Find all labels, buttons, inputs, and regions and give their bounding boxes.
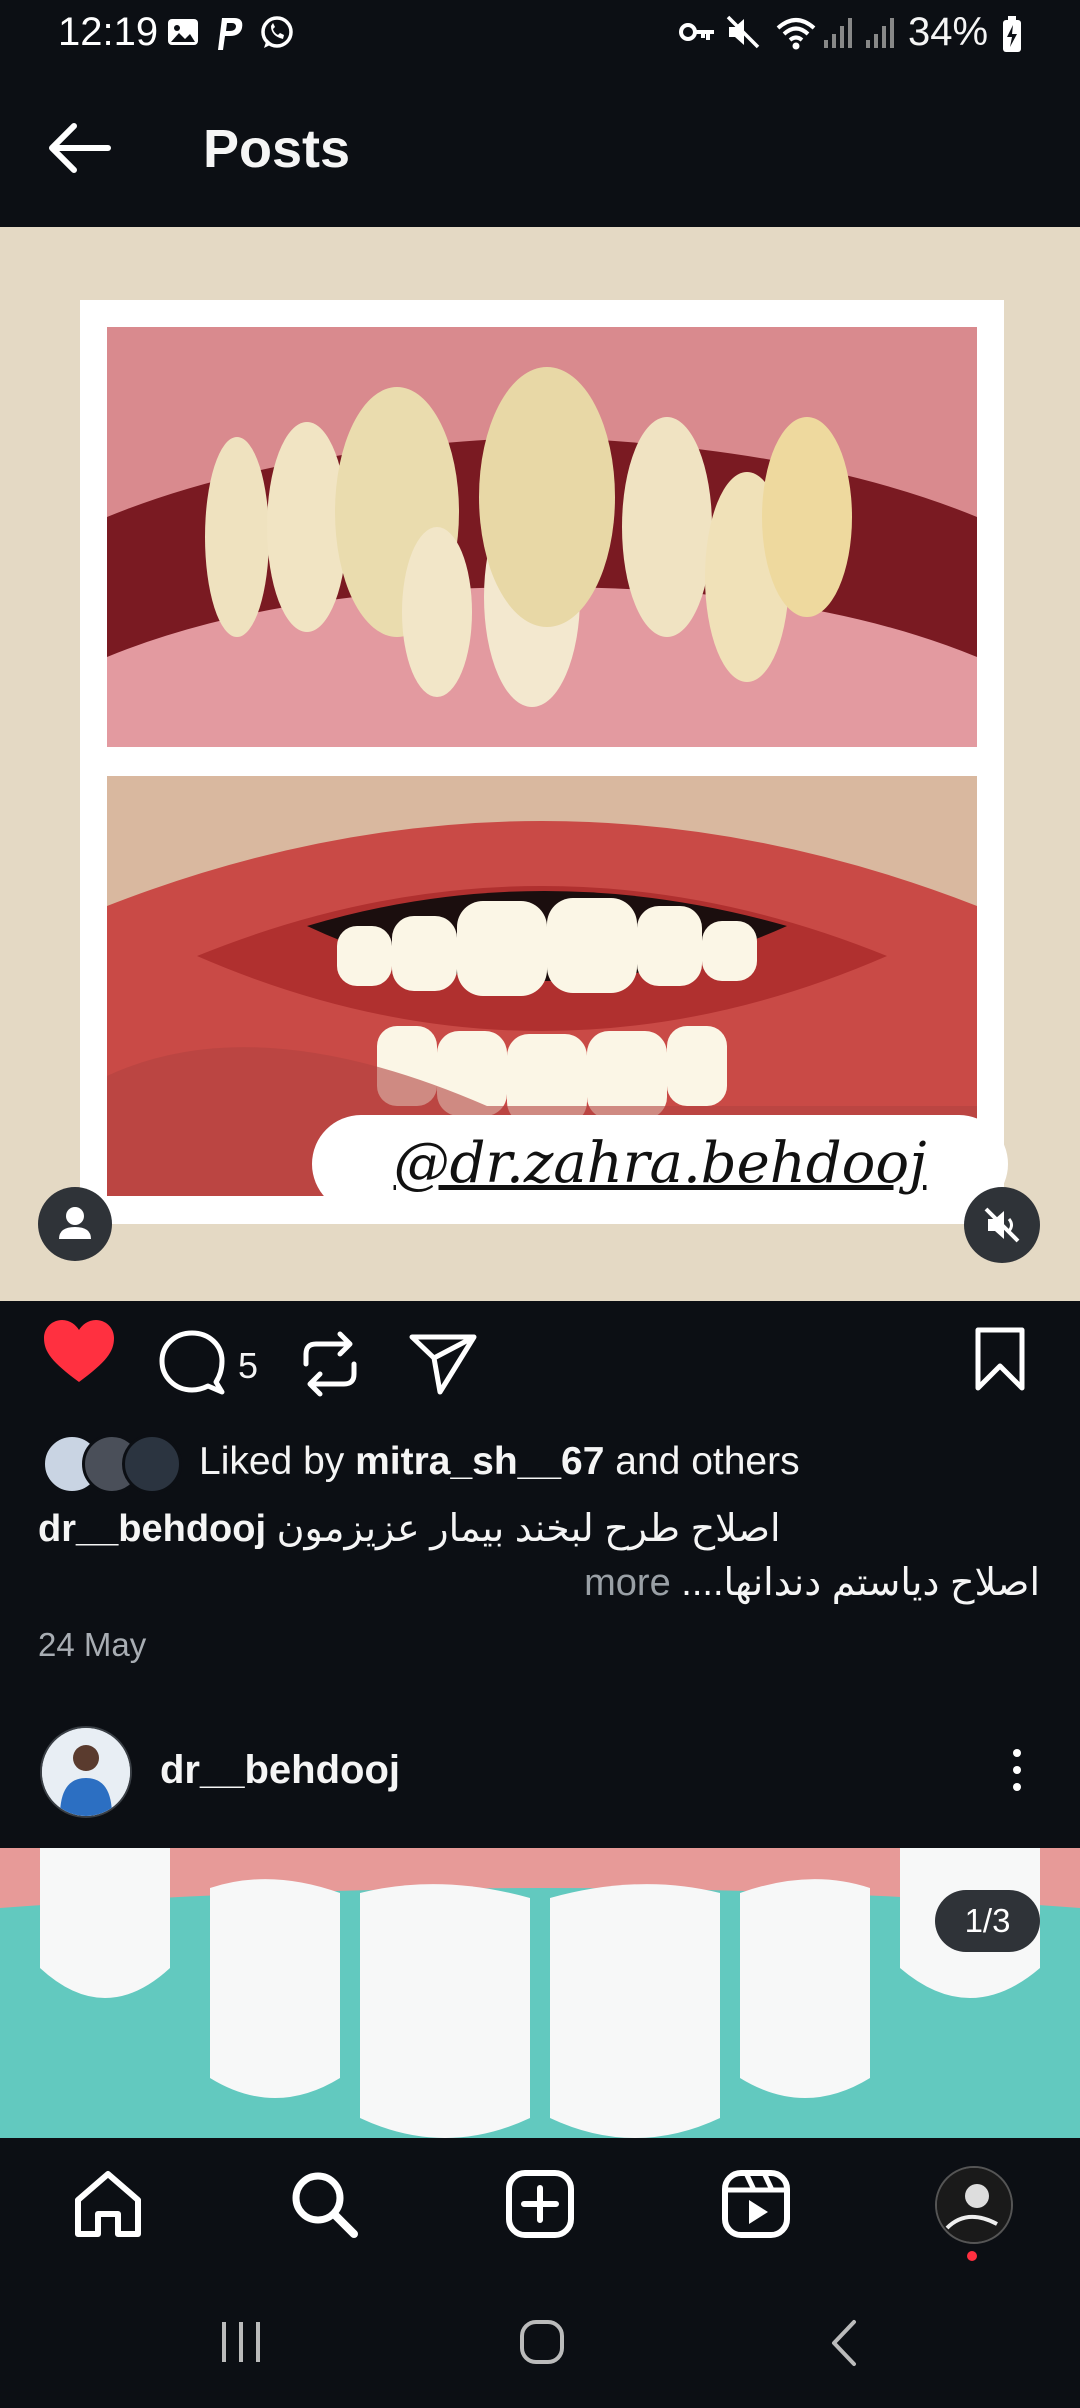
watermark-text: @dr.zahra.behdooj bbox=[393, 1131, 927, 1196]
post-media[interactable]: @dr.zahra.behdooj bbox=[0, 227, 1080, 1301]
battery-percent: 34% bbox=[908, 10, 989, 54]
create-icon[interactable] bbox=[504, 2168, 576, 2240]
more-link[interactable]: more bbox=[584, 1562, 671, 1604]
signal-icon bbox=[866, 18, 894, 48]
comment-count[interactable]: 5 bbox=[238, 1345, 258, 1387]
wifi-icon bbox=[776, 18, 816, 50]
carousel-counter: 1/3 bbox=[935, 1890, 1040, 1952]
home-button-icon[interactable] bbox=[518, 2318, 566, 2366]
battery-charging-icon bbox=[1003, 16, 1021, 52]
profile-avatar[interactable] bbox=[935, 2166, 1013, 2244]
profile-picture bbox=[937, 2168, 1011, 2242]
avatar[interactable] bbox=[40, 1726, 132, 1818]
clock: 12:19 bbox=[58, 10, 159, 54]
person-icon bbox=[59, 1207, 91, 1239]
caption-line2: اصلاح دیاستم دندانها.... more bbox=[584, 1560, 1040, 1605]
liked-by-text[interactable]: Liked by mitra_sh__67 and others bbox=[199, 1440, 800, 1484]
liked-by-avatars[interactable] bbox=[42, 1434, 182, 1494]
status-bar: 12:19 34% bbox=[0, 0, 1080, 70]
notification-dot bbox=[967, 2251, 977, 2261]
before-after-collage bbox=[80, 300, 1004, 1224]
mute-toggle-button[interactable] bbox=[964, 1187, 1040, 1263]
caption-text-line1: اصلاح طرح لبخند بیمار عزیزمون bbox=[276, 1508, 781, 1550]
liked-prefix: Liked by bbox=[199, 1440, 345, 1483]
caption-text-line2: اصلاح دیاستم دندانها.... bbox=[681, 1562, 1040, 1604]
caption-username[interactable]: dr__behdooj bbox=[38, 1508, 266, 1550]
gallery-icon bbox=[168, 19, 198, 45]
teeth-photo bbox=[0, 1848, 1080, 2138]
share-send-icon[interactable] bbox=[408, 1332, 478, 1396]
whatsapp-icon bbox=[261, 16, 293, 48]
system-navigation-bar bbox=[0, 2278, 1080, 2408]
caption: dr__behdooj اصلاح طرح لبخند بیمار عزیزمو… bbox=[38, 1506, 781, 1551]
page-title: Posts bbox=[203, 119, 351, 179]
p-icon bbox=[218, 18, 243, 50]
recent-apps-icon[interactable] bbox=[218, 2320, 264, 2364]
mute-icon bbox=[726, 15, 760, 49]
profile-picture bbox=[42, 1728, 130, 1816]
key-icon bbox=[679, 23, 714, 41]
before-teeth-photo bbox=[107, 327, 977, 747]
search-icon[interactable] bbox=[288, 2168, 360, 2240]
like-heart-icon[interactable] bbox=[42, 1318, 116, 1384]
liked-suffix: and others bbox=[615, 1440, 800, 1483]
speaker-muted-icon bbox=[984, 1207, 1020, 1243]
repost-icon[interactable] bbox=[298, 1330, 362, 1398]
reels-icon[interactable] bbox=[720, 2168, 792, 2240]
system-back-icon[interactable] bbox=[826, 2318, 862, 2368]
bottom-navigation bbox=[0, 2138, 1080, 2278]
tagged-users-button[interactable] bbox=[38, 1187, 112, 1261]
post-date: 24 May bbox=[38, 1626, 147, 1663]
signal-icon bbox=[824, 18, 852, 48]
watermark-label: @dr.zahra.behdooj bbox=[312, 1115, 1008, 1213]
liked-user-link[interactable]: mitra_sh__67 bbox=[355, 1440, 604, 1483]
avatar bbox=[122, 1434, 182, 1494]
post-author-username[interactable]: dr__behdooj bbox=[160, 1748, 400, 1793]
comment-icon[interactable] bbox=[158, 1330, 228, 1396]
bookmark-icon[interactable] bbox=[972, 1326, 1028, 1392]
more-options-icon[interactable] bbox=[1002, 1745, 1032, 1795]
home-icon[interactable] bbox=[72, 2168, 144, 2240]
post-media[interactable] bbox=[0, 1848, 1080, 2138]
back-arrow-icon[interactable] bbox=[44, 118, 114, 178]
